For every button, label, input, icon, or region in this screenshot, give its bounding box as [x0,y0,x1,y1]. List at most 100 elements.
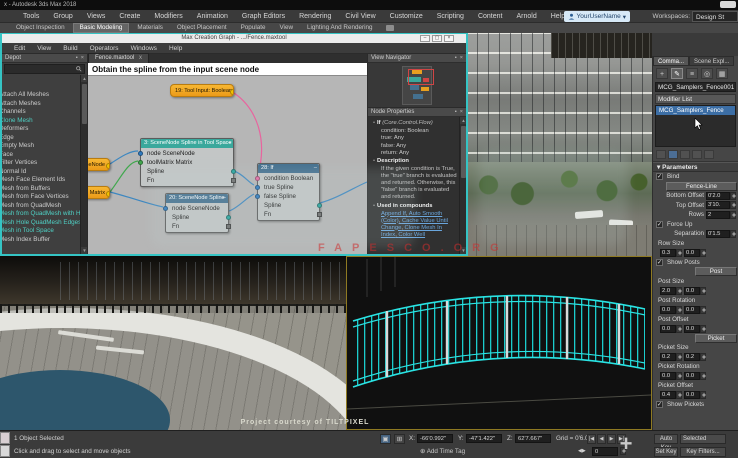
viewport-render-building[interactable] [466,32,654,256]
input-port[interactable] [255,176,260,181]
configure-modifier-sets-icon[interactable] [704,150,714,159]
modifier-list-dropdown[interactable]: Modifier List [655,94,736,104]
post-rotation-x-field[interactable]: 0.0 [660,306,676,314]
bind-checkbox[interactable]: ✓ [656,173,663,180]
spinner[interactable] [730,201,736,209]
menu-item[interactable]: Rendering [292,10,338,23]
picket-offset-x-field[interactable]: 0.4 [660,391,676,399]
fence-line-button[interactable]: Fence-Line [666,182,737,191]
set-key-plus-icon[interactable]: + [614,431,638,457]
view-navigator-minimap[interactable] [368,63,466,108]
depot-list-item[interactable]: Empty Mesh [2,142,87,151]
set-key-button[interactable]: Set Key [654,447,678,457]
pin-icon[interactable]: ▪ [455,55,457,61]
depot-list-item[interactable]: Deformers [2,125,87,134]
mcg-menu-item[interactable]: View [31,45,57,52]
ribbon-tab[interactable]: Lighting And Rendering [301,23,378,33]
output-port[interactable] [106,163,110,169]
output-port[interactable] [317,203,322,208]
depot-list-item[interactable]: Clone Mesh [2,117,87,126]
ribbon-tab[interactable]: Object Placement [171,23,233,33]
input-port[interactable] [138,160,143,165]
modifier-stack-selected[interactable]: MCG_Samplers_Fence [656,106,735,115]
top-offset-field[interactable]: 3'10. [706,201,730,209]
output-port[interactable] [230,89,234,95]
depot-list-item[interactable]: Channels [2,108,87,117]
object-name-field[interactable]: MCG_Samplers_Fence001 [655,82,736,92]
output-port[interactable] [226,215,231,220]
spinner[interactable] [676,249,682,257]
spinner[interactable] [700,372,706,380]
spinner[interactable] [676,372,682,380]
menu-item[interactable]: Customize [383,10,430,23]
node-tool-input-boolean[interactable]: 19: Tool Input: Boolean [170,84,234,97]
mcg-menu-item[interactable]: Help [163,45,188,52]
make-unique-icon[interactable] [680,150,690,159]
coord-x-field[interactable]: -66'0.992" [417,434,453,443]
user-account-button[interactable]: YourUserName ▾ [564,11,630,22]
picket-size-x-field[interactable]: 0.2 [660,353,676,361]
picket-offset-y-field[interactable]: 0.0 [684,391,700,399]
spinner[interactable] [730,230,736,238]
depot-list-item[interactable]: Mesh Face Element Ids [2,176,87,185]
input-port[interactable] [138,151,143,156]
depot-list-item[interactable]: Mesh from QuadMesh [2,202,87,211]
rows-field[interactable]: 2 [706,211,730,219]
spinner[interactable] [730,192,736,200]
depot-list-item[interactable]: Mesh in Tool Space [2,227,87,236]
depot-list-item[interactable]: Attach All Meshes [2,91,87,100]
node-scenenode-spline-toolspace[interactable]: 3: SceneNode Spline in Tool Space– node … [140,138,234,187]
post-rotation-y-field[interactable]: 0.0 [684,306,700,314]
display-icon[interactable]: ▦ [716,68,728,79]
depot-list-item[interactable]: Filter Vertices [2,159,87,168]
window-controls[interactable] [720,1,736,8]
row-size-y-field[interactable]: 0.0 [684,249,700,257]
key-filters-button[interactable]: Key Filters... [680,447,726,457]
coord-y-field[interactable]: -47'1.422" [466,434,502,443]
depot-list-item[interactable]: Mesh Index Buffer [2,236,87,245]
mcg-menu-item[interactable]: Windows [125,45,163,52]
spinner[interactable] [700,287,706,295]
post-offset-x-field[interactable]: 0.0 [660,325,676,333]
menu-item[interactable]: Content [471,10,510,23]
row-size-x-field[interactable]: 0.3 [660,249,676,257]
depot-list-item[interactable]: Attach Meshes [2,100,87,109]
post-size-y-field[interactable]: 0.0 [684,287,700,295]
close-icon[interactable]: × [444,35,454,42]
remove-modifier-icon[interactable] [692,150,702,159]
mcg-window-titlebar[interactable]: Max Creation Graph - .../Fence.maxtool –… [2,34,466,43]
parameters-rollout[interactable]: ▾ Parameters [653,162,738,172]
properties-scrollbar[interactable]: ▲ ▼ [459,117,466,254]
input-port[interactable] [255,185,260,190]
maxscript-mini-listener[interactable] [0,432,11,458]
spinner[interactable] [700,353,706,361]
maximize-icon[interactable]: ▢ [432,35,442,42]
ribbon-tab[interactable]: Populate [235,23,272,33]
post-size-x-field[interactable]: 2.0 [660,287,676,295]
menu-item[interactable]: Create [112,10,147,23]
mcg-menu-item[interactable]: Operators [84,45,125,52]
node-scenenode-spline[interactable]: 20: SceneNode Spline– node SceneNode Spl… [165,193,229,233]
workspace-select[interactable]: Design St [692,11,738,22]
spinner[interactable] [700,325,706,333]
add-time-tag[interactable]: ⊕ Add Time Tag [420,445,465,458]
ribbon-tab[interactable]: Basic Modeling [73,23,130,33]
tab-command-panel[interactable]: Comma... [653,56,689,66]
minimize-icon[interactable]: – [420,35,430,42]
camera-icon[interactable] [386,25,394,31]
post-button[interactable]: Post [695,267,737,276]
menu-item[interactable]: Graph Editors [235,10,292,23]
pin-stack-icon[interactable] [656,150,666,159]
output-port[interactable] [106,191,110,197]
menu-item[interactable]: Animation [190,10,235,23]
post-offset-y-field[interactable]: 0.0 [684,325,700,333]
compound-link[interactable]: Append If [381,211,409,217]
spinner[interactable] [676,306,682,314]
spinner[interactable] [700,249,706,257]
mcg-menu-item[interactable]: Build [57,45,83,52]
selection-lock-icon[interactable]: ▣ [380,434,391,444]
depot-list-item[interactable]: Face [2,151,87,160]
spinner[interactable] [700,391,706,399]
menu-item[interactable]: Civil View [338,10,382,23]
fn-port[interactable] [317,212,322,217]
